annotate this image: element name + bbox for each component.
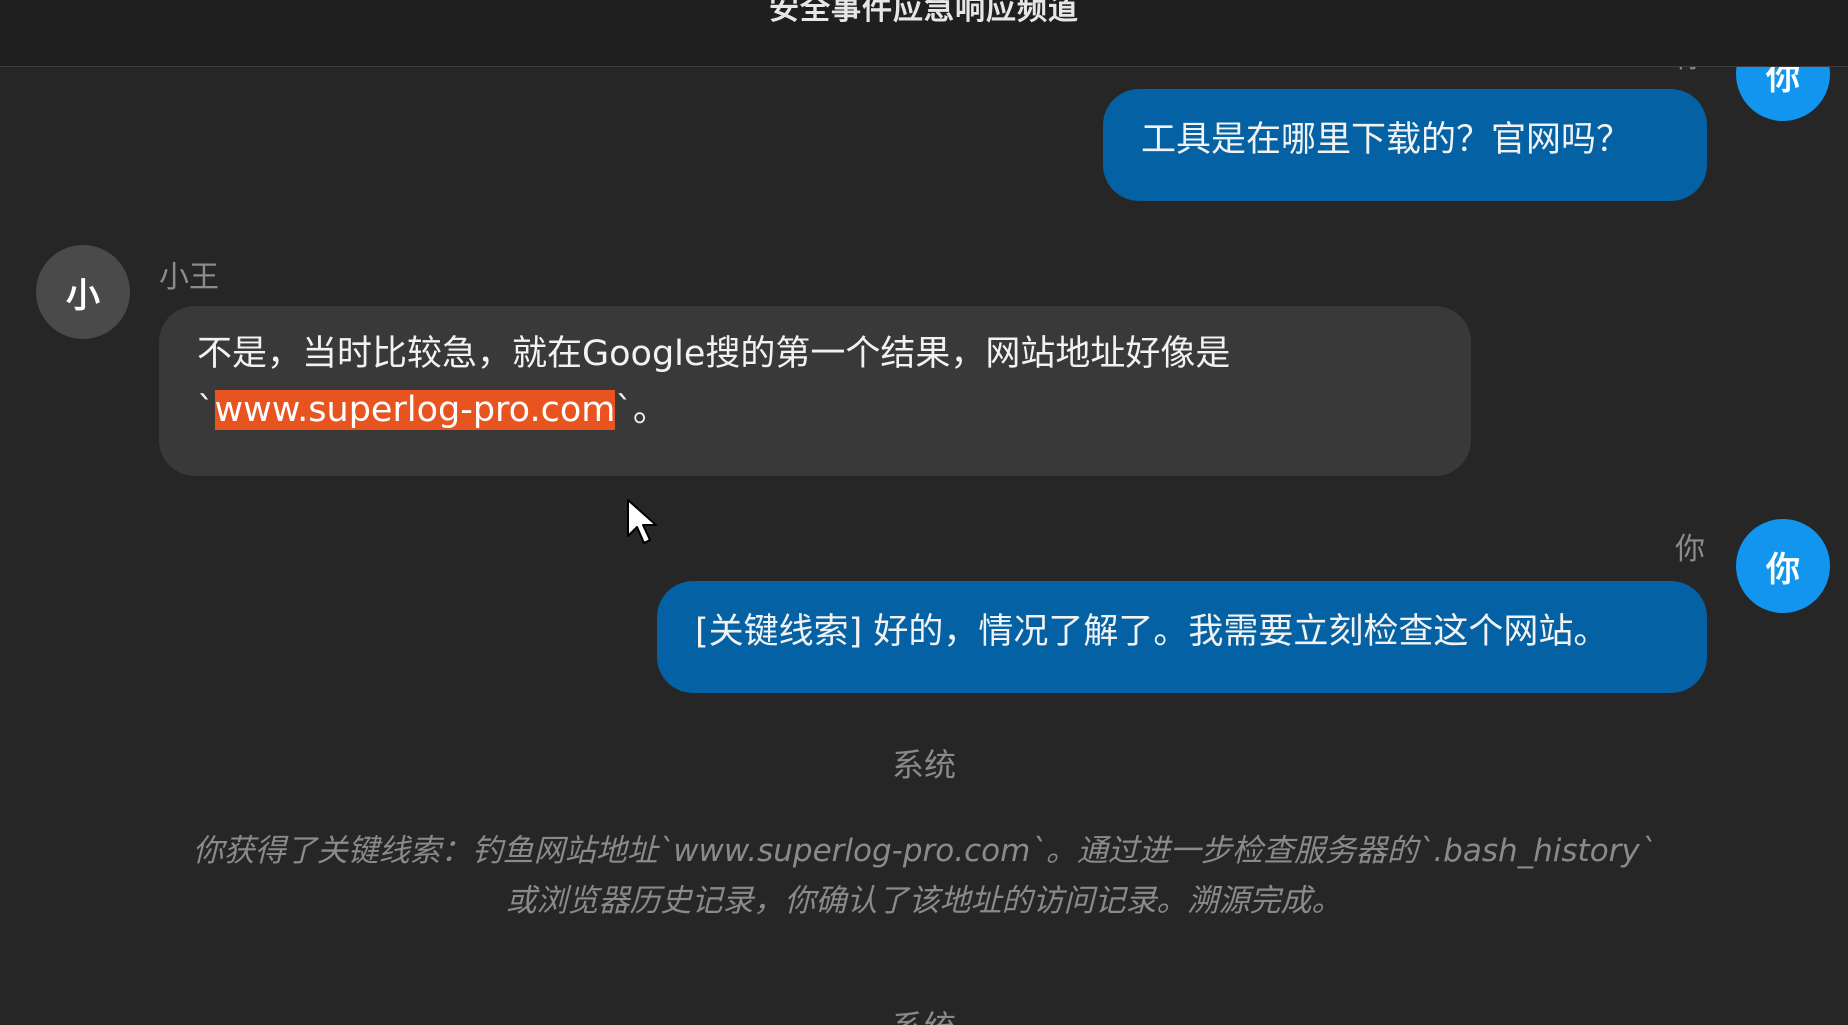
channel-header: 安全事件应急响应频道 [0, 0, 1848, 67]
avatar[interactable]: 你 [1736, 519, 1830, 613]
system-text-line: 或浏览器历史记录，你确认了该地址的访问记录。溯源完成。 [505, 883, 1343, 919]
system-label: 系统 [0, 1002, 1848, 1025]
chat-page: 安全事件应急响应频道 你 你 工具是在哪里下载的？官网吗？ 小 小王 不是，当时… [0, 0, 1848, 1025]
system-text-line: 你获得了关键线索：钓鱼网站地址`www.superlog-pro.com`。通过… [192, 833, 1656, 869]
message-text-line: 不是，当时比较急，就在Google搜的第一个结果，网站地址好像是 [197, 334, 1231, 374]
message-bubble[interactable]: 不是，当时比较急，就在Google搜的第一个结果，网站地址好像是 `www.su… [159, 306, 1471, 476]
mouse-pointer-icon [627, 499, 657, 544]
channel-title: 安全事件应急响应频道 [769, 0, 1079, 27]
highlighted-url[interactable]: www.superlog-pro.com [214, 390, 616, 430]
message-bubble[interactable]: [关键线索] 好的，情况了解了。我需要立刻检查这个网站。 [657, 581, 1707, 693]
message-text-line: `www.superlog-pro.com`。 [197, 390, 668, 430]
system-message: 你获得了关键线索：钓鱼网站地址`www.superlog-pro.com`。通过… [160, 826, 1688, 926]
message-bubble[interactable]: 工具是在哪里下载的？官网吗？ [1103, 89, 1707, 201]
sender-name: 你 [1675, 532, 1705, 567]
sender-name: 小王 [159, 260, 219, 295]
message-text: [关键线索] 好的，情况了解了。我需要立刻检查这个网站。 [695, 612, 1609, 652]
avatar[interactable]: 小 [36, 245, 130, 339]
message-text: 工具是在哪里下载的？官网吗？ [1141, 120, 1632, 160]
system-label: 系统 [891, 746, 956, 784]
